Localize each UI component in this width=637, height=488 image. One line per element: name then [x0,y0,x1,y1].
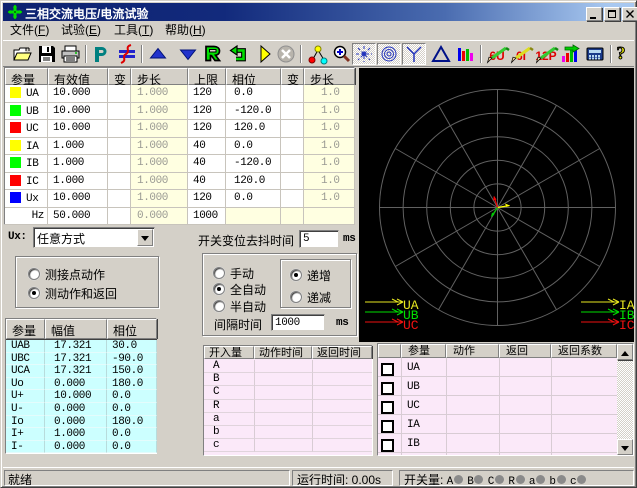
svg-text:IC: IC [619,318,634,333]
svg-text:UC: UC [403,318,419,333]
